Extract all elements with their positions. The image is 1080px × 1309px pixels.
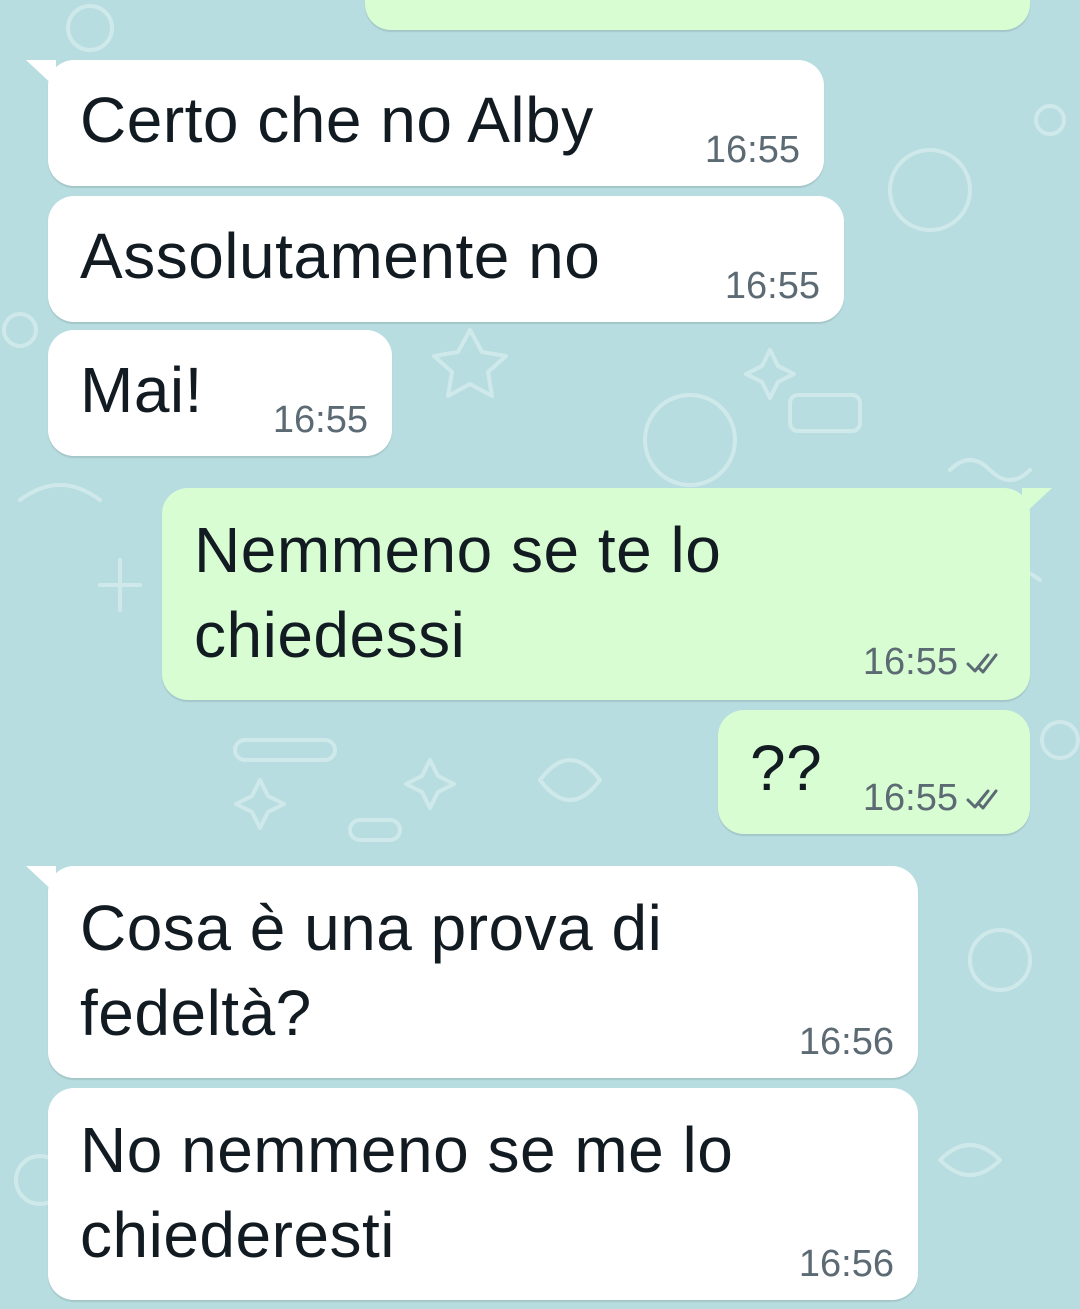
bubble-tail xyxy=(1022,488,1052,516)
message-time: 16:55 xyxy=(862,777,958,819)
message-meta: 16:55 xyxy=(725,265,820,308)
message-text: ?? xyxy=(750,732,823,804)
message-bubble-outgoing[interactable]: Nemmeno se te lo chiedessi 16:55 xyxy=(162,488,1052,700)
message-bubble-incoming[interactable]: No nemmeno se me lo chiederesti 16:56 xyxy=(48,1088,918,1300)
message-time: 16:55 xyxy=(704,129,800,171)
message-meta: 16:55 xyxy=(273,399,368,442)
message-text: Certo che no Alby xyxy=(80,84,594,156)
message-meta: 16:56 xyxy=(799,1243,894,1286)
message-bubble-incoming[interactable]: Mai! 16:55 xyxy=(48,330,392,456)
read-double-check-icon xyxy=(966,787,1006,811)
message-text: Nemmeno se te lo chiedessi xyxy=(194,514,722,671)
message-bubble-incoming[interactable]: Assolutamente no 16:55 xyxy=(48,196,844,322)
message-meta: 16:55 xyxy=(705,129,800,172)
message-time: 16:56 xyxy=(798,1021,894,1063)
read-double-check-icon xyxy=(966,651,1006,675)
message-text: No nemmeno se me lo chiederesti xyxy=(80,1114,734,1271)
message-bubble-incoming[interactable]: Cosa è una prova di fedeltà? 16:56 xyxy=(26,866,918,1078)
message-text: Assolutamente no xyxy=(80,220,601,292)
message-meta: 16:56 xyxy=(799,1021,894,1064)
message-time: 16:55 xyxy=(862,641,958,683)
message-bubble-outgoing[interactable]: ?? 16:55 xyxy=(718,710,1030,834)
message-bubble-outgoing[interactable]: 16:55 xyxy=(365,0,1030,30)
message-text: Mai! xyxy=(80,354,203,426)
message-text: Cosa è una prova di fedeltà? xyxy=(80,892,663,1049)
message-meta: 16:55 xyxy=(863,641,1006,684)
message-meta: 16:55 xyxy=(863,0,1006,8)
message-time: 16:55 xyxy=(724,265,820,307)
bubble-tail xyxy=(26,866,56,894)
message-time: 16:56 xyxy=(798,1243,894,1285)
message-meta: 16:55 xyxy=(863,777,1006,820)
message-time: 16:55 xyxy=(272,399,368,441)
message-time: 16:55 xyxy=(863,0,958,8)
bubble-tail xyxy=(26,60,56,88)
message-bubble-incoming[interactable]: Certo che no Alby 16:55 xyxy=(26,60,824,186)
